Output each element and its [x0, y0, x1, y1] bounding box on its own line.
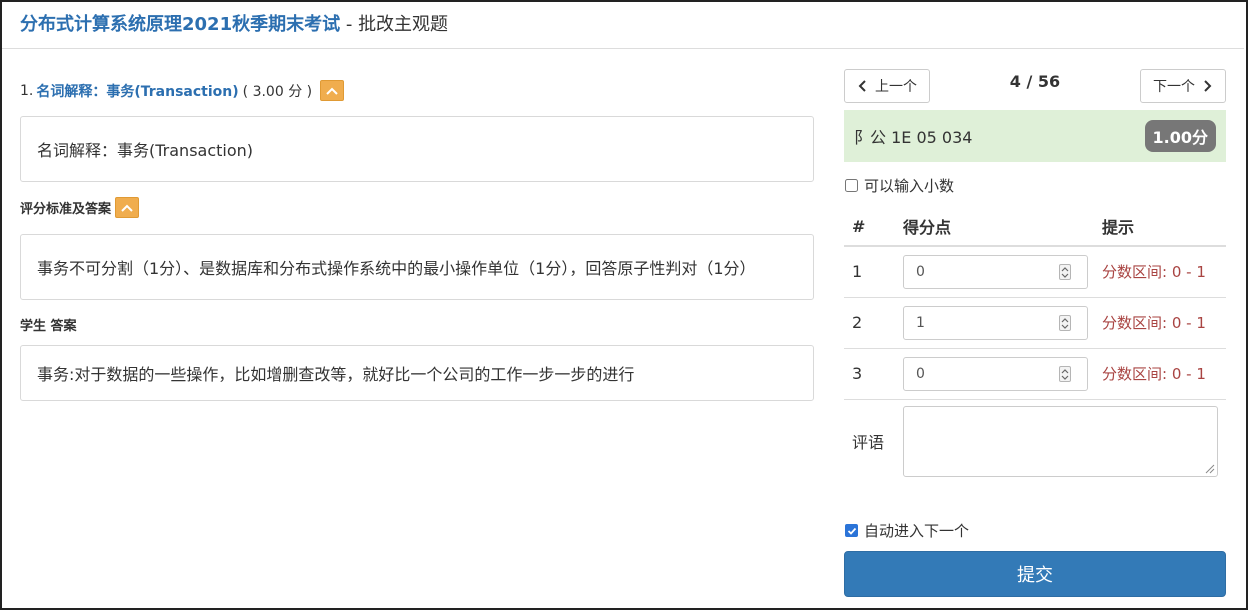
spinner-icon[interactable]	[1059, 263, 1071, 280]
table-row: 2 1 分数区间: 0 - 1	[844, 297, 1226, 349]
chevron-up-icon	[121, 204, 133, 212]
student-answer-label: 学生 答案	[20, 319, 77, 334]
question-name: 名词解释：事务(Transaction)	[36, 83, 239, 100]
spinner-icon[interactable]	[1059, 365, 1071, 382]
question-content: 名词解释：事务(Transaction)	[20, 116, 814, 182]
next-button[interactable]: 下一个	[1140, 69, 1226, 103]
score-value: 0	[916, 263, 925, 280]
chevron-up-icon	[326, 87, 338, 95]
auto-next-option[interactable]: 自动进入下一个	[845, 520, 969, 541]
prev-button-label: 上一个	[875, 79, 917, 95]
auto-next-label: 自动进入下一个	[864, 522, 970, 540]
header-point: 得分点	[894, 207, 1094, 247]
comment-label: 评语	[852, 433, 885, 453]
score-input-2[interactable]: 1	[903, 305, 1088, 340]
score-range-hint: 分数区间: 0 - 1	[1094, 297, 1226, 349]
rubric-heading: 评分标准及答案	[20, 197, 140, 218]
chevron-left-icon	[858, 80, 866, 92]
grading-table-header: # 得分点 提示	[844, 207, 1226, 247]
score-range-hint: 分数区间: 0 - 1	[1094, 348, 1226, 400]
student-id: 阝公 1E 05 034	[854, 128, 973, 147]
score-value: 0	[916, 365, 925, 382]
allow-decimal-checkbox[interactable]	[845, 179, 858, 192]
spinner-icon[interactable]	[1059, 314, 1071, 331]
row-num: 3	[844, 348, 894, 400]
question-title: 1. 名词解释：事务(Transaction) ( 3.00 分 )	[20, 80, 345, 101]
header-num: #	[844, 207, 894, 247]
header-separator: -	[340, 14, 359, 35]
checkmark-icon	[847, 527, 856, 535]
submit-button[interactable]: 提交	[844, 551, 1226, 597]
student-answer-content: 事务:对于数据的一些操作，比如增删查改等，就好比一个公司的工作一步一步的进行	[20, 345, 814, 401]
rubric-label: 评分标准及答案	[20, 202, 112, 217]
comment-row: 评语	[844, 399, 1226, 483]
score-input-3[interactable]: 0	[903, 356, 1088, 391]
table-row: 1 0 分数区间: 0 - 1	[844, 246, 1226, 298]
question-score: ( 3.00 分 )	[242, 83, 313, 100]
resize-grip-icon[interactable]	[1203, 462, 1215, 474]
question-collapse-button[interactable]	[320, 80, 345, 101]
allow-decimal-label: 可以输入小数	[864, 177, 955, 195]
auto-next-checkbox[interactable]	[845, 524, 858, 537]
rubric-collapse-button[interactable]	[115, 197, 140, 218]
table-row: 3 0 分数区间: 0 - 1	[844, 348, 1226, 400]
exam-title[interactable]: 分布式计算系统原理2021秋季期末考试	[20, 14, 340, 35]
next-button-label: 下一个	[1153, 79, 1195, 95]
grading-table: # 得分点 提示 1 0 分数区间: 0 - 1 2 1 分数区间: 0 - 1…	[844, 207, 1226, 483]
score-input-1[interactable]: 0	[903, 254, 1088, 289]
row-num: 1	[844, 246, 894, 298]
allow-decimal-option[interactable]: 可以输入小数	[845, 175, 954, 196]
student-info-bar: 阝公 1E 05 034 1.00分	[844, 110, 1226, 162]
student-answer-heading: 学生 答案	[20, 315, 77, 334]
page-subtitle: 批改主观题	[358, 14, 449, 35]
total-score-badge: 1.00分	[1144, 120, 1216, 152]
comment-textarea[interactable]	[903, 405, 1218, 477]
score-range-hint: 分数区间: 0 - 1	[1094, 246, 1226, 298]
question-number: 1.	[20, 82, 34, 99]
submission-counter: 4 / 56	[1009, 72, 1061, 91]
rubric-content: 事务不可分割（1分）、是数据库和分布式操作系统中的最小操作单位（1分），回答原子…	[20, 234, 814, 300]
chevron-right-icon	[1204, 80, 1212, 92]
score-value: 1	[916, 314, 925, 331]
prev-button[interactable]: 上一个	[844, 69, 930, 103]
header-hint: 提示	[1094, 207, 1226, 247]
row-num: 2	[844, 297, 894, 349]
page-header: 分布式计算系统原理2021秋季期末考试 - 批改主观题	[2, 2, 1244, 49]
